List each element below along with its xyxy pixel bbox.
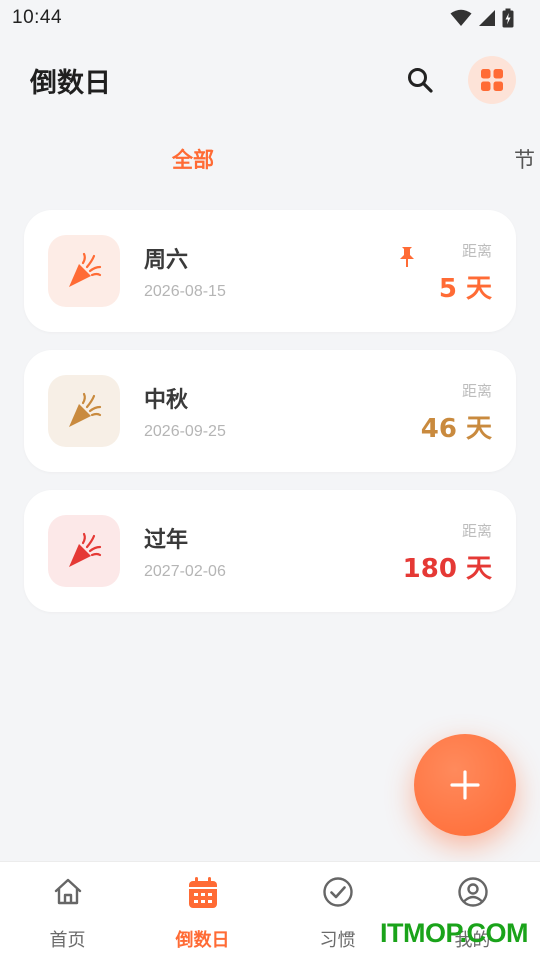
cellular-signal-icon bbox=[479, 10, 495, 26]
days-remaining: 5 天 bbox=[438, 274, 492, 304]
status-bar: 10:44 bbox=[0, 0, 540, 36]
search-icon bbox=[408, 68, 433, 93]
event-date: 2026-09-25 bbox=[144, 423, 226, 440]
category-tabs: 全部 节 bbox=[0, 138, 540, 182]
nav-item-home[interactable]: 首页 bbox=[0, 862, 135, 960]
days-remaining: 46 天 bbox=[420, 414, 492, 444]
status-icons bbox=[450, 8, 514, 28]
battery-icon bbox=[502, 8, 514, 28]
countdown-card[interactable]: 周六 2026-08-15 距离 5 天 bbox=[24, 210, 516, 332]
watermark: ITMOP.COM bbox=[380, 918, 529, 948]
event-name: 中秋 bbox=[144, 388, 189, 413]
nav-label: 首页 bbox=[49, 930, 86, 951]
search-button[interactable] bbox=[400, 60, 440, 100]
event-date: 2027-02-06 bbox=[144, 563, 226, 580]
grid-view-button[interactable] bbox=[468, 56, 516, 104]
party-popper-icon bbox=[48, 375, 120, 447]
tab-festival[interactable]: 节 bbox=[514, 144, 535, 174]
countdown-card[interactable]: 中秋 2026-09-25 距离 46 天 bbox=[24, 350, 516, 472]
user-circle-icon bbox=[457, 877, 488, 907]
distance-label: 距离 bbox=[461, 382, 492, 400]
distance-label: 距离 bbox=[461, 242, 492, 260]
nav-item-countdown[interactable]: 倒数日 bbox=[135, 862, 270, 960]
countdown-card[interactable]: 过年 2027-02-06 距离 180 天 bbox=[24, 490, 516, 612]
home-icon bbox=[54, 878, 81, 905]
pin-icon bbox=[400, 247, 414, 267]
status-time: 10:44 bbox=[12, 7, 63, 28]
party-popper-icon bbox=[48, 515, 120, 587]
event-name: 过年 bbox=[144, 528, 189, 553]
add-event-button[interactable] bbox=[414, 734, 516, 836]
days-remaining: 180 天 bbox=[402, 554, 492, 584]
event-date: 2026-08-15 bbox=[144, 283, 226, 300]
nav-label: 倒数日 bbox=[175, 930, 230, 951]
wifi-icon bbox=[450, 9, 472, 26]
tab-all[interactable]: 全部 bbox=[172, 144, 214, 174]
page-title: 倒数日 bbox=[30, 67, 111, 99]
distance-label: 距离 bbox=[461, 522, 492, 540]
header: 倒数日 bbox=[0, 50, 540, 110]
event-name: 周六 bbox=[144, 248, 189, 273]
grid-icon bbox=[481, 69, 503, 91]
calendar-icon bbox=[188, 877, 217, 908]
party-popper-icon bbox=[48, 235, 120, 307]
plus-icon bbox=[450, 770, 480, 800]
check-circle-icon bbox=[322, 877, 353, 907]
